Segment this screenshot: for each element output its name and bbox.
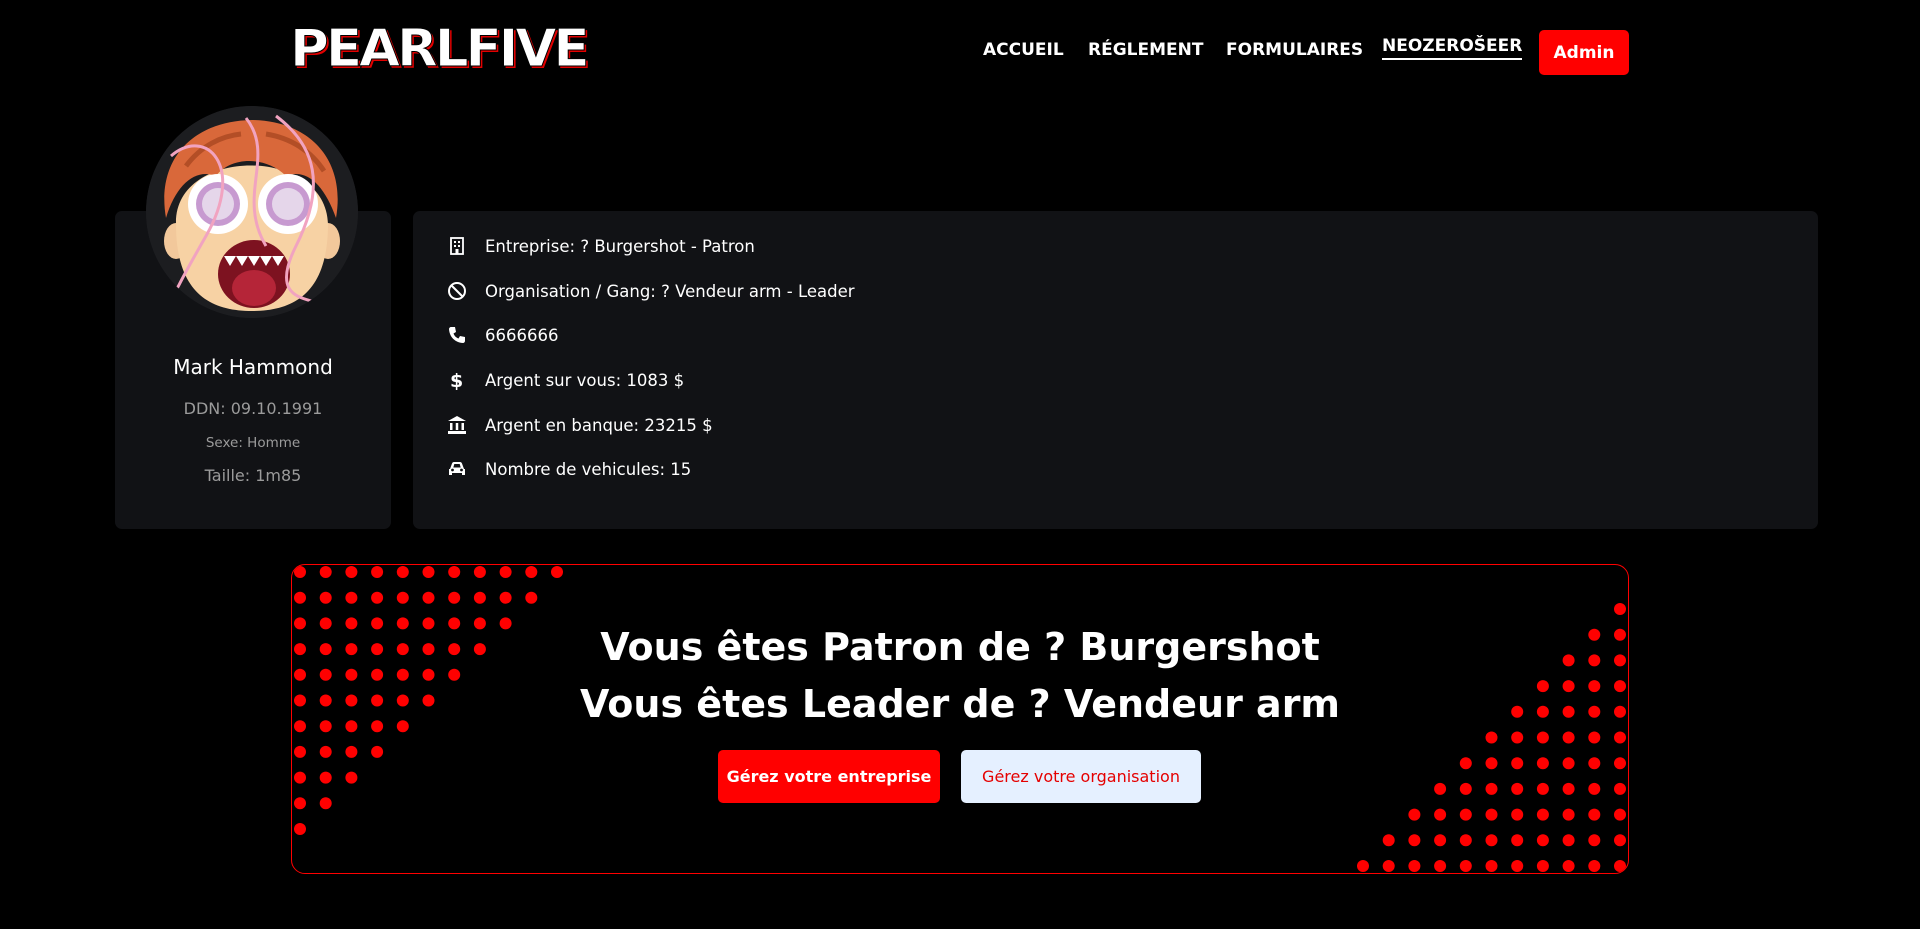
details-card: Entreprise: ? Burgershot - Patron Organi… — [413, 211, 1818, 529]
detail-organisation: Organisation / Gang: ? Vendeur arm - Lea… — [447, 279, 855, 303]
manage-company-button[interactable]: Gérez votre entreprise — [718, 750, 940, 803]
detail-company: Entreprise: ? Burgershot - Patron — [447, 234, 755, 258]
ban-icon — [447, 281, 467, 301]
detail-bank: Argent en banque: 23215 $ — [447, 413, 713, 437]
manage-organisation-button[interactable]: Gérez votre organisation — [961, 750, 1201, 803]
nav-link-accueil[interactable]: ACCUEIL — [983, 40, 1064, 60]
bank-icon — [447, 415, 467, 435]
detail-vehicles: Nombre de vehicules: 15 — [447, 457, 691, 481]
detail-organisation-text: Organisation / Gang: ? Vendeur arm - Lea… — [485, 281, 855, 301]
avatar — [146, 106, 358, 318]
banner-title-company: Vous êtes Patron de ? Burgershot — [600, 625, 1320, 669]
detail-vehicles-text: Nombre de vehicules: 15 — [485, 459, 692, 479]
detail-phone-text: 6666666 — [485, 325, 559, 345]
admin-button[interactable]: Admin — [1539, 30, 1629, 75]
banner-title-organisation: Vous êtes Leader de ? Vendeur arm — [579, 682, 1341, 726]
nav-menu: ACCUEIL RÉGLEMENT FORMULAIRES NEOZEROŠEE… — [0, 36, 1920, 70]
phone-icon — [447, 325, 467, 345]
top-navbar: PEARLFIVE ACCUEIL RÉGLEMENT FORMULAIRES … — [0, 0, 1920, 106]
role-banner: Vous êtes Patron de ? Burgershot Vous êt… — [291, 564, 1629, 874]
detail-company-text: Entreprise: ? Burgershot - Patron — [485, 236, 755, 256]
profile-name: Mark Hammond — [173, 355, 333, 379]
detail-phone: 6666666 — [447, 323, 559, 347]
detail-bank-text: Argent en banque: 23215 $ — [485, 415, 713, 435]
nav-link-reglement[interactable]: RÉGLEMENT — [1088, 40, 1203, 60]
profile-sex: Sexe: Homme — [205, 435, 301, 451]
nav-link-user-profile[interactable]: NEOZEROŠEER — [1382, 36, 1523, 60]
detail-cash-text: Argent sur vous: 1083 $ — [485, 370, 685, 390]
detail-cash: $ Argent sur vous: 1083 $ — [447, 368, 684, 392]
profile-birthdate: DDN: 09.10.1991 — [183, 399, 323, 418]
avatar-illustration — [146, 106, 358, 318]
dollar-icon: $ — [447, 370, 467, 392]
nav-link-formulaires[interactable]: FORMULAIRES — [1226, 40, 1363, 60]
building-icon — [447, 236, 467, 256]
car-icon — [447, 459, 467, 479]
profile-height: Taille: 1m85 — [204, 466, 302, 485]
svg-text:$: $ — [450, 370, 463, 390]
